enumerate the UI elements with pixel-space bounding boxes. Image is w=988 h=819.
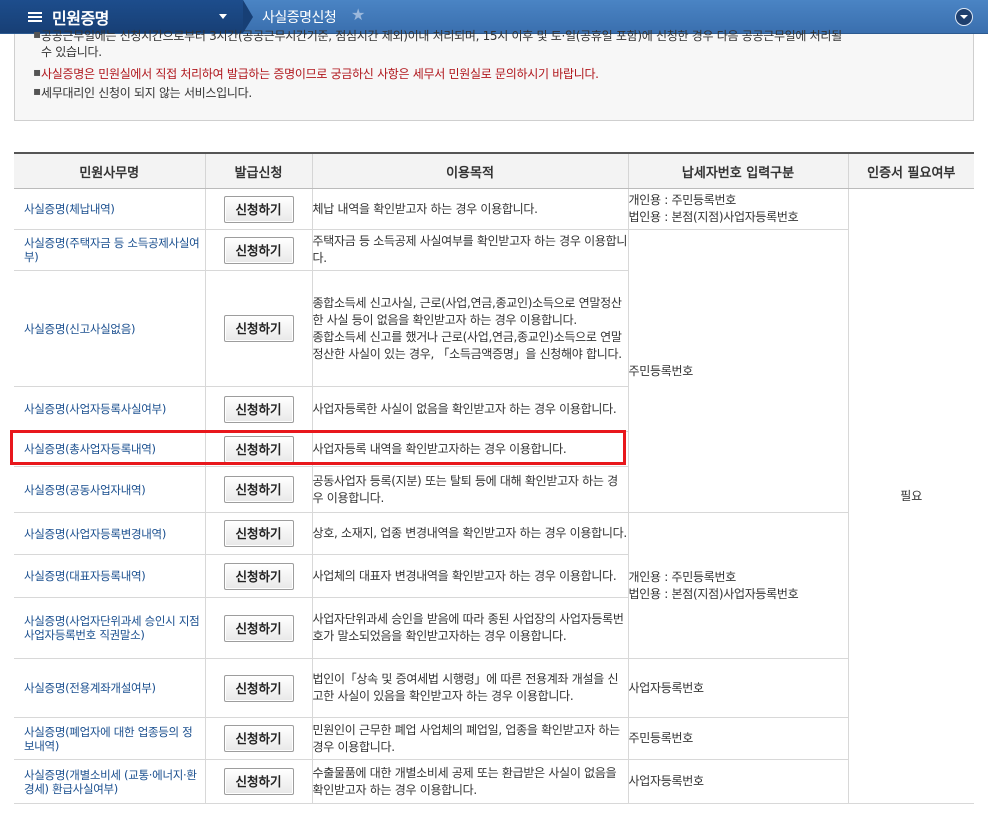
- header-taxpayer-id-type: 납세자번호 입력구분: [627, 152, 848, 189]
- purpose-text: 사업체의 대표자 변경내역을 확인받고자 하는 경우 이용합니다.: [311, 554, 628, 598]
- apply-button[interactable]: 신청하기: [223, 768, 294, 795]
- certificate-required: 필요: [847, 188, 974, 804]
- taxpayer-id-type: 개인용 : 주민등록번호 법인용 : 본점(지점)사업자등록번호: [627, 512, 848, 659]
- apply-button[interactable]: 신청하기: [223, 725, 294, 752]
- taxid-corporate: 법인용 : 본점(지점)사업자등록번호: [628, 210, 799, 224]
- service-link[interactable]: 사실증명(폐업자에 대한 업종등의 정보내역): [14, 725, 205, 753]
- service-link[interactable]: 사실증명(체납내역): [14, 202, 205, 216]
- header-apply: 발급신청: [204, 152, 312, 189]
- table-row: 사실증명(폐업자에 대한 업종등의 정보내역) 신청하기 민원인이 근무한 폐업…: [14, 717, 974, 760]
- service-link[interactable]: 사실증명(사업자단위과세 승인시 지점사업자등록번호 직권말소): [14, 614, 205, 642]
- service-link[interactable]: 사실증명(공동사업자내역): [14, 483, 205, 497]
- bullet-icon: ▪: [33, 84, 42, 98]
- apply-button[interactable]: 신청하기: [223, 562, 294, 590]
- service-link[interactable]: 사실증명(사업자등록사실여부): [14, 402, 205, 416]
- table-row: 사실증명(체납내역) 신청하기 체납 내역을 확인받고자 하는 경우 이용합니다…: [14, 188, 974, 804]
- taxpayer-id-type: 사업자등록번호: [627, 759, 848, 804]
- menu-title: 민원증명: [52, 8, 109, 28]
- notice-inquiry: 사실증명은 민원실에서 직접 처리하여 발급하는 증명이므로 궁금하신 사항은 …: [41, 67, 599, 81]
- service-link[interactable]: 사실증명(사업자등록변경내역): [14, 527, 205, 541]
- table-row: 사실증명(전용계좌개설여부) 신청하기 법인이「상속 및 증여세법 시행령」에 …: [14, 658, 974, 718]
- bullet-icon: ▪: [33, 65, 42, 79]
- service-link[interactable]: 사실증명(개별소비세 (교통·에너지·환경세) 환급사실여부): [14, 768, 205, 796]
- purpose-text: 민원인이 근무한 폐업 사업체의 폐업일, 업종을 확인받고자 하는 경우 이용…: [311, 717, 628, 760]
- purpose-text: 법인이「상속 및 증여세법 시행령」에 따른 전용계좌 개설을 신고한 사실이 …: [311, 658, 628, 718]
- table-header-row: 민원사무명 발급신청 이용목적 납세자번호 입력구분 인증서 필요여부: [14, 152, 974, 189]
- star-icon[interactable]: ★: [351, 5, 365, 24]
- notice-processing-time-cont: 수 있습니다.: [41, 45, 102, 59]
- certificate-table: 민원사무명 발급신청 이용목적 납세자번호 입력구분 인증서 필요여부 사실증명…: [14, 152, 974, 804]
- service-link[interactable]: 사실증명(주택자금 등 소득공제사실여부): [14, 236, 205, 264]
- taxid-personal: 개인용 : 주민등록번호: [628, 193, 737, 207]
- purpose-text: 사업자단위과세 승인을 받음에 따라 종된 사업장의 사업자등록번호가 말소되었…: [311, 597, 628, 659]
- chevron-down-icon[interactable]: [219, 14, 227, 19]
- purpose-text: 체납 내역을 확인받고자 하는 경우 이용합니다.: [311, 188, 628, 230]
- taxid-personal: 개인용 : 주민등록번호: [628, 569, 737, 584]
- service-link[interactable]: 사실증명(총사업자등록내역): [14, 442, 205, 456]
- notice-box: ▪ 공공근무일에는 신청시간으로부터 3시간(공공근무시간기준, 점심시간 제외…: [14, 27, 974, 121]
- purpose-text: 상호, 소재지, 업종 변경내역을 확인받고자 하는 경우 이용합니다.: [311, 512, 628, 555]
- expand-chevron-icon[interactable]: [955, 8, 973, 26]
- purpose-text: 종합소득세 신고사실, 근로(사업,연금,종교인)소득으로 연말정산한 사실 등…: [311, 270, 628, 387]
- header-purpose: 이용목적: [311, 152, 628, 189]
- table-row: 사실증명(주택자금 등 소득공제사실여부) 신청하기 주택자금 등 소득공제 사…: [14, 229, 974, 513]
- apply-button[interactable]: 신청하기: [223, 195, 294, 223]
- service-link[interactable]: 사실증명(전용계좌개설여부): [14, 681, 205, 695]
- taxpayer-id-type: 사업자등록번호: [627, 658, 848, 718]
- notice-processing-time: 공공근무일에는 신청시간으로부터 3시간(공공근무시간기준, 점심시간 제외)이…: [41, 29, 842, 43]
- purpose-text: 사업자등록 내역을 확인받고자하는 경우 이용합니다.: [311, 431, 628, 467]
- taxpayer-id-type: 주민등록번호: [627, 229, 848, 513]
- taxpayer-id-type: 주민등록번호: [627, 717, 848, 760]
- purpose-note: 종합소득세 신고를 했거나 근로(사업,연금,종교인)소득으로 연말정산한 사실…: [312, 329, 623, 361]
- apply-button[interactable]: 신청하기: [223, 395, 294, 423]
- table-row: 사실증명(개별소비세 (교통·에너지·환경세) 환급사실여부) 신청하기 수출물…: [14, 759, 974, 804]
- apply-button[interactable]: 신청하기: [223, 315, 294, 342]
- notice-agent-restriction: 세무대리인 신청이 되지 않는 서비스입니다.: [41, 86, 252, 100]
- bullet-icon: ▪: [33, 27, 42, 41]
- apply-button[interactable]: 신청하기: [223, 674, 294, 702]
- taxid-corporate: 법인용 : 본점(지점)사업자등록번호: [628, 586, 799, 601]
- breadcrumb-current-page[interactable]: 사실증명신청: [262, 7, 337, 27]
- service-link[interactable]: 사실증명(대표자등록내역): [14, 569, 205, 583]
- purpose-text: 공동사업자 등록(지분) 또는 탈퇴 등에 대해 확인받고자 하는 경우 이용합…: [311, 466, 628, 513]
- apply-button[interactable]: 신청하기: [223, 476, 294, 503]
- purpose-text: 주택자금 등 소득공제 사실여부를 확인받고자 하는 경우 이용합니다.: [311, 229, 628, 271]
- purpose-text: 수출물품에 대한 개별소비세 공제 또는 환급받은 사실이 없음을 확인받고자 …: [311, 759, 628, 804]
- apply-button[interactable]: 신청하기: [223, 435, 294, 463]
- hamburger-icon: [28, 11, 42, 22]
- purpose-text: 사업자등록한 사실이 없음을 확인받고자 하는 경우 이용합니다.: [311, 386, 628, 432]
- apply-button[interactable]: 신청하기: [223, 236, 294, 264]
- apply-button[interactable]: 신청하기: [223, 614, 294, 642]
- apply-button[interactable]: 신청하기: [223, 520, 294, 547]
- table-row: 사실증명(사업자등록변경내역) 신청하기 상호, 소재지, 업종 변경내역을 확…: [14, 512, 974, 659]
- purpose-line: 종합소득세 신고사실, 근로(사업,연금,종교인)소득으로 연말정산한 사실 등…: [312, 295, 622, 327]
- service-link[interactable]: 사실증명(신고사실없음): [14, 322, 205, 336]
- header-certificate-required: 인증서 필요여부: [847, 152, 974, 189]
- taxpayer-id-type: 개인용 : 주민등록번호 법인용 : 본점(지점)사업자등록번호: [627, 188, 848, 230]
- header-service-name: 민원사무명: [14, 152, 205, 189]
